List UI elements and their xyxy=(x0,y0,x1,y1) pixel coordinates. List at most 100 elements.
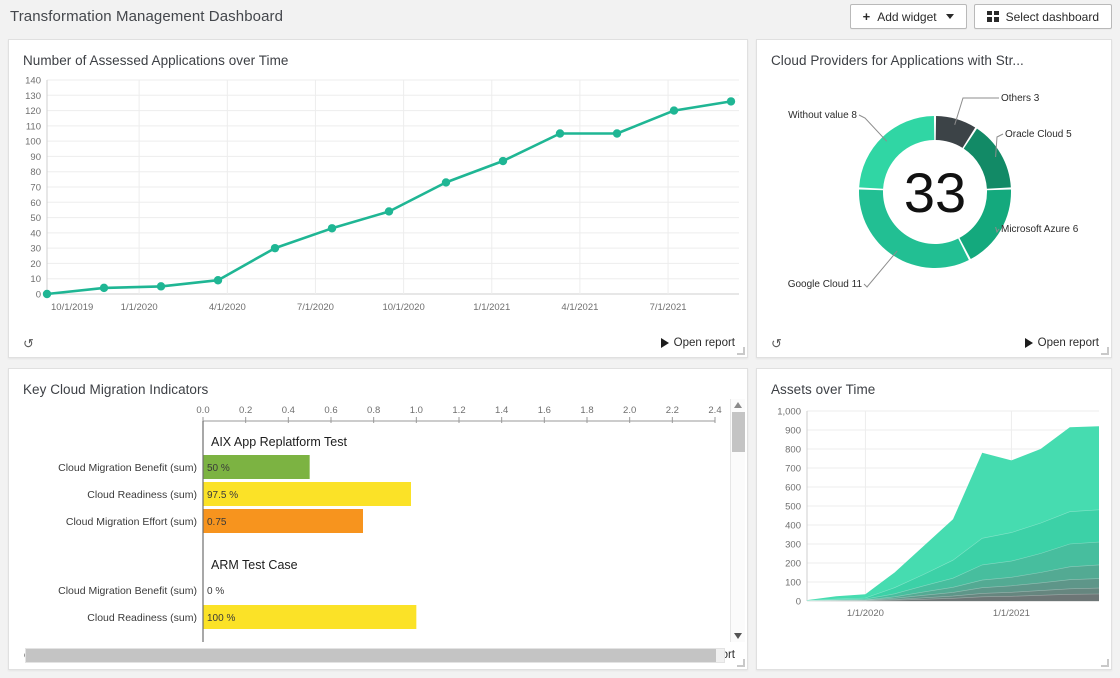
line-chart-svg: 0 10 20 30 40 50 60 70 80 90 100 110 120 130 140 10/1/2… xyxy=(25,76,739,313)
panel-resize-handle[interactable] xyxy=(1101,659,1109,667)
x-axis-tick-label: 0.8 xyxy=(367,405,380,416)
donut-slice-label: Others 3 xyxy=(1001,93,1040,104)
bar-chart-svg: 0.0 0.2 0.4 0.6 0.8 1.0 1.2 1.4 1.6 1.8 2.0 2.2 2.4 A… xyxy=(58,405,722,642)
open-report-label: Open report xyxy=(1037,337,1099,349)
add-widget-button[interactable]: + Add widget xyxy=(849,4,967,29)
bar-value-label: 0 % xyxy=(207,586,224,597)
area-chart-svg: 0 100 200 300 400 500 600 700 800 900 1,000 1/1/202… xyxy=(777,407,1100,619)
y-axis-tick-label: 10 xyxy=(30,274,41,285)
open-report-button[interactable]: Open report xyxy=(1024,337,1099,349)
x-axis-tick-label: 0.4 xyxy=(282,405,295,416)
horizontal-scroll-thumb[interactable] xyxy=(26,649,716,662)
x-axis-tick-label: 7/1/2020 xyxy=(297,302,334,313)
y-axis-tick-label: 700 xyxy=(785,464,801,475)
y-axis-tick-label: 600 xyxy=(785,483,801,494)
bar-chart-horizontal-scrollbar[interactable] xyxy=(25,648,725,663)
open-report-button[interactable]: Open report xyxy=(660,337,735,349)
x-axis-tick-label: 2.0 xyxy=(623,405,636,416)
bar-category-label: Cloud Readiness (sum) xyxy=(87,489,197,501)
donut-chart: 33 Others 3 Oracle Cloud 5 Microsoft Azure … xyxy=(757,80,1111,328)
bar-group-title: AIX App Replatform Test xyxy=(211,435,347,449)
bar-chart-scroll-viewport: 0.0 0.2 0.4 0.6 0.8 1.0 1.2 1.4 1.6 1.8 2.0 2.2 2.4 A… xyxy=(9,399,747,642)
select-dashboard-button[interactable]: Select dashboard xyxy=(973,4,1112,29)
y-axis-tick-label: 20 xyxy=(30,259,41,270)
y-axis-tick-label: 200 xyxy=(785,559,801,570)
line-data-point xyxy=(555,129,565,138)
app-header: Transformation Management Dashboard + Ad… xyxy=(0,0,1120,33)
add-widget-label: Add widget xyxy=(877,9,937,24)
scroll-down-arrow-icon[interactable] xyxy=(734,633,742,639)
widget-cloud-providers: Cloud Providers for Applications with St… xyxy=(756,39,1112,358)
y-axis-tick-label: 60 xyxy=(30,198,41,209)
bar-value-label: 100 % xyxy=(207,613,235,624)
select-dashboard-label: Select dashboard xyxy=(1005,9,1099,24)
y-axis-tick-label: 1,000 xyxy=(777,407,801,418)
y-axis-tick-label: 80 xyxy=(30,167,41,178)
x-axis-tick-label: 1.4 xyxy=(495,405,508,416)
x-axis-tick-label: 0.6 xyxy=(324,405,337,416)
line-chart: 0 10 20 30 40 50 60 70 80 90 100 110 120 130 140 10/1/2… xyxy=(9,72,747,330)
y-axis-tick-label: 900 xyxy=(785,426,801,437)
x-axis-tick-label: 1/1/2021 xyxy=(473,302,510,313)
y-axis-tick-label: 100 xyxy=(785,578,801,589)
widget-title: Key Cloud Migration Indicators xyxy=(23,382,209,397)
bar-group-title: ARM Test Case xyxy=(211,558,298,572)
x-axis-tick-label: 1/1/2020 xyxy=(847,608,884,619)
bar-chart-vertical-scrollbar[interactable] xyxy=(730,399,745,642)
bar-value-label: 50 % xyxy=(207,463,230,474)
donut-slice-label: Google Cloud 11 xyxy=(788,279,863,290)
line-data-point xyxy=(213,276,223,285)
x-axis-tick-label: 2.4 xyxy=(708,405,721,416)
bar-value-label: 0.75 xyxy=(207,517,227,528)
line-data-point xyxy=(669,106,679,115)
y-axis-tick-label: 120 xyxy=(25,106,41,117)
line-data-point xyxy=(270,243,280,253)
y-axis-tick-label: 90 xyxy=(30,152,41,163)
area-chart: 0 100 200 300 400 500 600 700 800 900 1,000 1/1/202… xyxy=(757,403,1111,643)
y-axis-tick-label: 0 xyxy=(36,290,41,301)
y-axis-tick-label: 100 xyxy=(25,137,41,148)
line-series-path xyxy=(46,100,732,296)
dashboard-root: Transformation Management Dashboard + Ad… xyxy=(0,0,1120,678)
chevron-down-icon xyxy=(945,14,954,19)
x-axis-tick-label: 1.0 xyxy=(410,405,423,416)
play-icon xyxy=(1024,338,1033,348)
y-axis-tick-label: 40 xyxy=(30,228,41,239)
y-axis-tick-label: 70 xyxy=(30,183,41,194)
panel-resize-handle[interactable] xyxy=(737,347,745,355)
widget-title: Number of Assessed Applications over Tim… xyxy=(23,53,289,68)
line-data-point xyxy=(42,289,52,299)
widget-assessed-applications: Number of Assessed Applications over Tim… xyxy=(8,39,748,358)
y-axis-tick-label: 140 xyxy=(25,76,41,87)
scroll-up-arrow-icon[interactable] xyxy=(734,402,742,408)
y-axis-tick-label: 30 xyxy=(30,244,41,255)
x-axis-tick-label: 2.2 xyxy=(666,405,679,416)
grid-icon xyxy=(986,11,999,22)
widget-key-cloud-migration-indicators: Key Cloud Migration Indicators 0.0 0.2 0.4… xyxy=(8,368,748,670)
y-axis-tick-label: 500 xyxy=(785,502,801,513)
bar-category-label: Cloud Migration Benefit (sum) xyxy=(58,462,197,474)
plus-icon: + xyxy=(862,9,871,24)
line-data-point xyxy=(384,207,394,216)
x-axis-tick-label: 0.0 xyxy=(196,405,209,416)
panel-resize-handle[interactable] xyxy=(1101,347,1109,355)
x-axis-tick-label: 4/1/2021 xyxy=(561,302,598,313)
y-axis-tick-label: 0 xyxy=(796,597,801,608)
refresh-icon[interactable]: ↺ xyxy=(771,337,782,350)
panel-resize-handle[interactable] xyxy=(737,659,745,667)
donut-label-leader-line xyxy=(863,250,898,288)
line-data-point xyxy=(441,178,451,187)
widget-footer: ↺ Open report xyxy=(9,329,747,357)
x-axis-tick-label: 7/1/2021 xyxy=(650,302,687,313)
x-axis-tick-label: 0.2 xyxy=(239,405,252,416)
x-axis-tick-label: 10/1/2020 xyxy=(382,302,424,313)
refresh-icon[interactable]: ↺ xyxy=(23,337,34,350)
line-data-point xyxy=(498,156,508,166)
x-axis-tick-label: 1.8 xyxy=(580,405,593,416)
widget-footer: ↺ Open report xyxy=(757,329,1111,357)
vertical-scroll-thumb[interactable] xyxy=(732,412,745,452)
y-axis-tick-label: 400 xyxy=(785,521,801,532)
line-data-point xyxy=(612,129,622,138)
donut-slice-label: Oracle Cloud 5 xyxy=(1005,129,1072,140)
open-report-label: Open report xyxy=(673,337,735,349)
